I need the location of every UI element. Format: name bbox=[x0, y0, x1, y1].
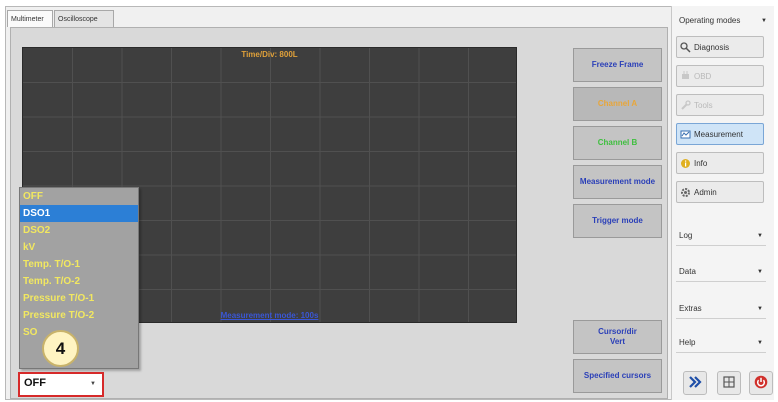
dropdown-option[interactable]: Temp. T/O-1 bbox=[20, 256, 138, 273]
chevron-down-icon: ▼ bbox=[757, 269, 763, 275]
tools-button[interactable]: Tools bbox=[676, 94, 764, 116]
dropdown-option[interactable]: Temp. T/O-2 bbox=[20, 273, 138, 290]
cursor-button[interactable]: Cursor/dir Vert bbox=[573, 320, 662, 354]
channel-b-button[interactable]: Channel B bbox=[573, 126, 662, 160]
measurement-label: Measurement bbox=[694, 129, 743, 139]
tools-label: Tools bbox=[694, 100, 713, 110]
power-icon bbox=[754, 375, 768, 391]
channel-select[interactable]: OFF ▼ bbox=[18, 372, 104, 397]
meter-icon bbox=[680, 129, 691, 140]
log-label: Log bbox=[679, 231, 693, 240]
time-div-label: Time/Div: 800L bbox=[241, 50, 298, 59]
trigger-mode-button[interactable]: Trigger mode bbox=[573, 204, 662, 238]
tab-multimeter[interactable]: Multimeter bbox=[7, 10, 53, 27]
measurement-mode-button[interactable]: Measurement mode bbox=[573, 165, 662, 199]
log-select[interactable]: Log ▼ bbox=[676, 226, 766, 246]
info-button[interactable]: Info bbox=[676, 152, 764, 174]
extras-label: Extras bbox=[679, 304, 702, 313]
obd-button[interactable]: OBD bbox=[676, 65, 764, 87]
extras-select[interactable]: Extras ▼ bbox=[676, 299, 766, 319]
data-select[interactable]: Data ▼ bbox=[676, 262, 766, 282]
grid-view-button[interactable] bbox=[717, 371, 741, 395]
double-chevron-right-icon bbox=[688, 376, 702, 390]
freeze-frame-button[interactable]: Freeze Frame bbox=[573, 48, 662, 82]
operating-modes-select[interactable]: Operating modes ▼ bbox=[675, 12, 771, 30]
dropdown-option[interactable]: kV bbox=[20, 239, 138, 256]
admin-button[interactable]: Admin bbox=[676, 181, 764, 203]
forward-button[interactable] bbox=[683, 371, 707, 395]
measurement-button[interactable]: Measurement bbox=[676, 123, 764, 145]
info-icon bbox=[680, 158, 691, 169]
step-callout: 4 bbox=[42, 330, 79, 367]
plug-icon bbox=[680, 70, 691, 82]
dropdown-option[interactable]: OFF bbox=[20, 188, 138, 205]
channel-select-value: OFF bbox=[24, 377, 46, 389]
channel-a-button[interactable]: Channel A bbox=[573, 87, 662, 121]
specified-cursors-button[interactable]: Specified cursors bbox=[573, 359, 662, 393]
chevron-down-icon: ▼ bbox=[757, 233, 763, 239]
data-label: Data bbox=[679, 267, 696, 276]
dropdown-option[interactable]: DSO2 bbox=[20, 222, 138, 239]
admin-label: Admin bbox=[694, 187, 717, 197]
info-label: Info bbox=[694, 158, 708, 168]
stethoscope-icon bbox=[680, 41, 691, 53]
chevron-down-icon: ▼ bbox=[90, 381, 96, 387]
dropdown-option[interactable]: Pressure T/O-1 bbox=[20, 290, 138, 307]
chevron-down-icon: ▼ bbox=[757, 306, 763, 312]
tab-oscilloscope[interactable]: Oscilloscope bbox=[54, 10, 114, 27]
cursor-button-line2: Vert bbox=[609, 337, 626, 346]
operating-modes-label: Operating modes bbox=[679, 16, 741, 25]
chevron-down-icon: ▼ bbox=[761, 18, 767, 24]
grid-icon bbox=[723, 376, 735, 390]
cursor-button-line1: Cursor/dir bbox=[598, 327, 637, 337]
help-label: Help bbox=[679, 338, 696, 347]
dropdown-option[interactable]: Pressure T/O-2 bbox=[20, 307, 138, 324]
dropdown-option-selected[interactable]: DSO1 bbox=[20, 205, 138, 222]
obd-label: OBD bbox=[694, 71, 712, 81]
gear-icon bbox=[680, 187, 691, 198]
diagnosis-button[interactable]: Diagnosis bbox=[676, 36, 764, 58]
help-select[interactable]: Help ▼ bbox=[676, 333, 766, 353]
chevron-down-icon: ▼ bbox=[757, 340, 763, 346]
dropdown-option[interactable]: SO bbox=[20, 324, 138, 341]
channel-dropdown-list: OFF DSO1 DSO2 kV Temp. T/O-1 Temp. T/O-2… bbox=[19, 187, 139, 369]
power-button[interactable] bbox=[749, 371, 773, 395]
wrench-icon bbox=[680, 99, 691, 111]
diagnosis-label: Diagnosis bbox=[694, 42, 730, 52]
